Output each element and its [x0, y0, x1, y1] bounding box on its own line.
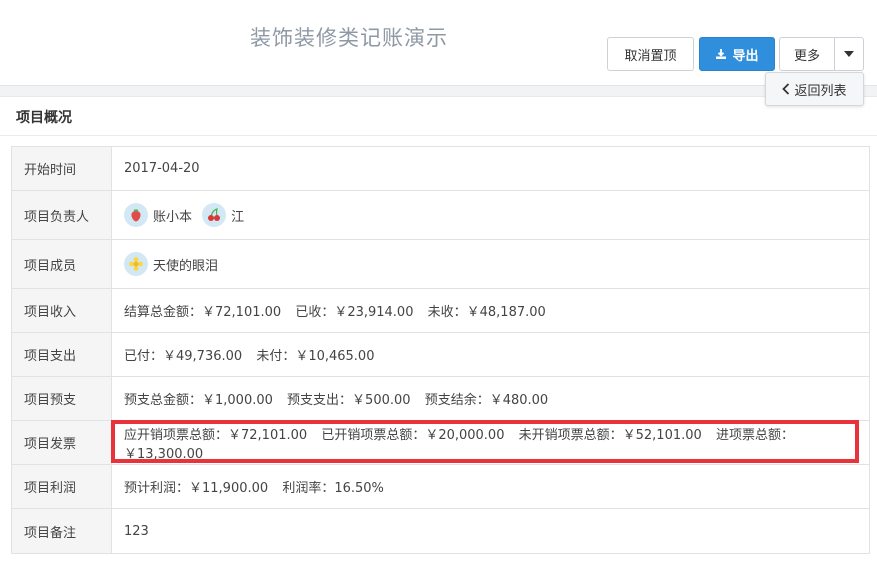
invoice-output-due: 应开销项票总额：￥72,101.00 [124, 427, 308, 443]
profit-estimated: 预计利润：￥11,900.00 [124, 481, 269, 496]
row-label: 项目收入 [11, 288, 112, 333]
invoice-value: 应开销项票总额：￥72,101.00 已开销项票总额：￥20,000.00 未开… [111, 420, 870, 465]
cherry-avatar-icon [202, 203, 227, 227]
row-label: 项目预支 [11, 376, 112, 421]
advance-balance: 预支结余：￥480.00 [424, 393, 549, 408]
panel-title: 项目概况 [16, 110, 72, 126]
caret-down-icon [844, 51, 854, 57]
row-label: 项目负责人 [11, 190, 112, 240]
person-chip: 天使的眼泪 [124, 252, 218, 276]
chevron-left-icon [782, 83, 790, 95]
advance-value: 预支总金额：￥1,000.00 预支支出：￥500.00 预支结余：￥480.0… [111, 376, 870, 421]
managers-value: 账小本 江 [111, 190, 870, 240]
strawberry-avatar-icon [124, 203, 148, 227]
row-members: 项目成员 天使的眼泪 [11, 239, 870, 289]
note-value: 123 [111, 508, 870, 554]
panel-heading: 项目概况 [0, 97, 877, 136]
page-title: 装饰装修类记账演示 [250, 26, 448, 50]
expense-paid: 已付：￥49,736.00 [124, 349, 243, 364]
start-time-value: 2017-04-20 [111, 146, 870, 191]
download-icon [716, 49, 727, 59]
row-label: 项目利润 [11, 464, 112, 509]
person-name: 天使的眼泪 [153, 258, 219, 274]
invoice-output-issued: 已开销项票总额：￥20,000.00 [321, 427, 505, 443]
more-dropdown-toggle[interactable] [834, 37, 864, 71]
row-managers: 项目负责人 账小本 江 [11, 190, 870, 240]
row-income: 项目收入 结算总金额：￥72,101.00 已收：￥23,914.00 未收：￥… [11, 288, 870, 333]
person-chip: 账小本 [124, 203, 192, 227]
expense-unpaid: 未付：￥10,465.00 [256, 349, 375, 364]
profit-value: 预计利润：￥11,900.00 利润率：16.50% [111, 464, 870, 509]
back-label: 返回列表 [794, 83, 847, 99]
row-note: 项目备注 123 [11, 508, 870, 554]
row-expense: 项目支出 已付：￥49,736.00 未付：￥10,465.00 [11, 332, 870, 377]
export-label: 导出 [732, 48, 759, 64]
row-profit: 项目利润 预计利润：￥11,900.00 利润率：16.50% [11, 464, 870, 509]
unpin-button[interactable]: 取消置顶 [607, 37, 694, 71]
export-button[interactable]: 导出 [699, 37, 775, 71]
invoice-output-pending: 未开销项票总额：￥52,101.00 [518, 427, 702, 443]
members-value: 天使的眼泪 [111, 239, 870, 289]
more-button[interactable]: 更多 [779, 37, 835, 71]
row-label: 项目成员 [11, 239, 112, 289]
expense-value: 已付：￥49,736.00 未付：￥10,465.00 [111, 332, 870, 377]
row-start-time: 开始时间 2017-04-20 [11, 146, 870, 191]
profit-rate: 利润率：16.50% [282, 481, 384, 496]
income-settlement-total: 结算总金额：￥72,101.00 [124, 305, 282, 320]
person-name: 江 [231, 209, 245, 225]
row-label: 项目支出 [11, 332, 112, 377]
row-label: 项目发票 [11, 420, 112, 465]
top-bar: 装饰装修类记账演示 取消置顶 导出 更多 [0, 0, 877, 86]
person-name: 账小本 [153, 209, 193, 225]
advance-total: 预支总金额：￥1,000.00 [124, 393, 273, 408]
income-value: 结算总金额：￥72,101.00 已收：￥23,914.00 未收：￥48,18… [111, 288, 870, 333]
flower-avatar-icon [124, 252, 148, 276]
row-label: 项目备注 [11, 508, 112, 554]
row-invoice: 项目发票 应开销项票总额：￥72,101.00 已开销项票总额：￥20,000.… [11, 420, 870, 465]
advance-spent: 预支支出：￥500.00 [287, 393, 411, 408]
row-advance: 项目预支 预支总金额：￥1,000.00 预支支出：￥500.00 预支结余：￥… [11, 376, 870, 421]
income-unreceived: 未收：￥48,187.00 [427, 305, 546, 320]
person-chip: 江 [202, 203, 244, 227]
project-info-table: 开始时间 2017-04-20 项目负责人 账小本 江 项目成员 天使的眼泪 项… [11, 146, 870, 554]
income-received: 已收：￥23,914.00 [295, 305, 414, 320]
row-label: 开始时间 [11, 146, 112, 191]
back-to-list-button[interactable]: 返回列表 [765, 72, 864, 106]
